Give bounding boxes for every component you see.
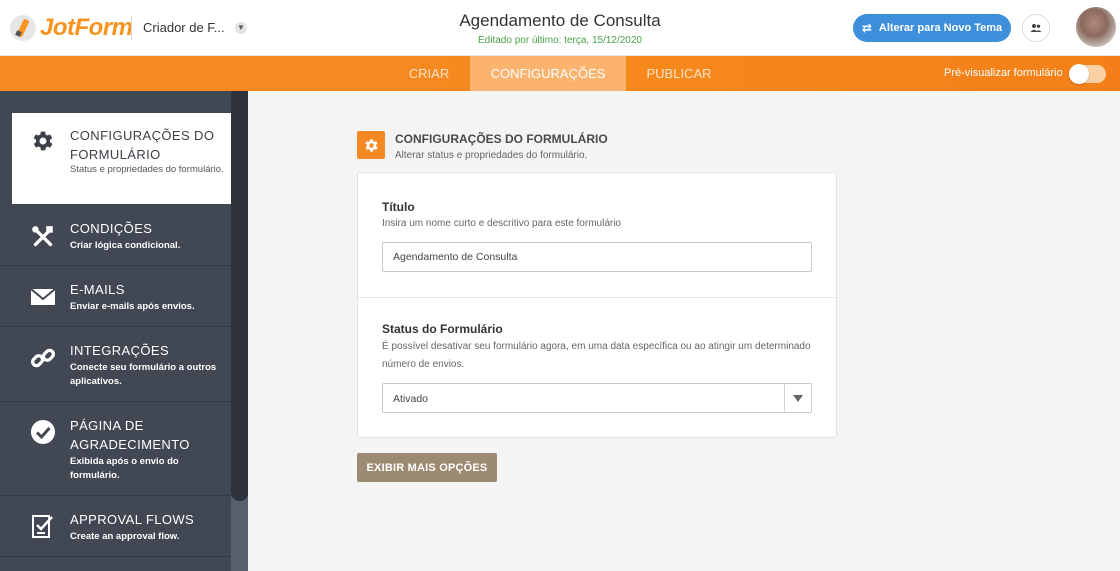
sidebar-item-desc: Criar lógica condicional. — [70, 240, 181, 251]
form-status-select[interactable]: Ativado — [382, 383, 812, 413]
form-title-input[interactable] — [382, 242, 812, 272]
check-circle-icon — [29, 418, 57, 446]
switch-theme-label: Alterar para Novo Tema — [878, 22, 1003, 34]
settings-content: CONFIGURAÇÕES DO FORMULÁRIO Alterar stat… — [248, 91, 1120, 571]
sidebar-item-title: CONFIGURAÇÕES DO FORMULÁRIO — [70, 128, 215, 162]
sidebar-item-desc: Exibida após o envio do formulário. — [70, 456, 179, 481]
status-field-label: Status do Formulário — [382, 322, 503, 336]
gear-icon — [29, 127, 57, 155]
logo-text: JotForm — [40, 14, 133, 41]
title-field-help: Insira um nome curto e descritivo para e… — [382, 218, 621, 229]
link-icon — [29, 344, 57, 372]
collaborators-button[interactable] — [1022, 14, 1050, 42]
sidebar-scrollbar-thumb[interactable] — [231, 91, 248, 501]
users-icon — [1030, 24, 1042, 32]
sidebar-item-desc: Status e propriedades do formulário. — [70, 164, 224, 175]
swap-arrows-icon: ⇄ — [861, 21, 872, 35]
card-divider — [358, 297, 836, 298]
form-status-value: Ativado — [393, 393, 429, 405]
sidebar-item-title: APPROVAL FLOWS — [70, 512, 195, 527]
sidebar-item-thank-you-page[interactable]: PÁGINA DE AGRADECIMENTO Exibida após o e… — [0, 402, 231, 496]
preview-label: Pré-visualizar formulário — [944, 67, 1063, 79]
sidebar-item-form-settings[interactable]: CONFIGURAÇÕES DO FORMULÁRIO Status e pro… — [12, 113, 231, 204]
user-avatar[interactable] — [1076, 7, 1116, 47]
sidebar-item-approval-flows[interactable]: APPROVAL FLOWS Create an approval flow. — [0, 496, 231, 557]
section-title: CONFIGURAÇÕES DO FORMULÁRIO — [395, 132, 608, 146]
switch-theme-button[interactable]: ⇄ Alterar para Novo Tema — [853, 14, 1011, 42]
sidebar-item-integrations[interactable]: INTEGRAÇÕES Conecte seu formulário a out… — [0, 327, 231, 402]
gear-icon — [357, 131, 385, 159]
sidebar-item-title: PÁGINA DE AGRADECIMENTO — [70, 418, 190, 452]
form-settings-card: Título Insira um nome curto e descritivo… — [357, 172, 837, 438]
sidebar-item-conditions[interactable]: CONDIÇÕES Criar lógica condicional. — [0, 205, 231, 266]
header-divider — [131, 16, 132, 40]
title-field-label: Título — [382, 200, 415, 214]
sidebar-item-title: INTEGRAÇÕES — [70, 343, 170, 358]
sidebar-item-desc: Conecte seu formulário a outros aplicati… — [70, 362, 217, 387]
show-more-options-button[interactable]: EXIBIR MAIS OPÇÕES — [357, 453, 497, 482]
approval-icon — [29, 512, 57, 540]
top-bar: JotForm Criador de F... ▼ Agendamento de… — [0, 0, 1120, 56]
tab-criar[interactable]: CRIAR — [388, 56, 470, 91]
sidebar-item-desc: Create an approval flow. — [70, 531, 180, 542]
sidebar-item-title: E-MAILS — [70, 282, 125, 297]
status-field-help: É possível desativar seu formulário agor… — [382, 341, 811, 370]
section-subtitle: Alterar status e propriedades do formulá… — [395, 150, 588, 161]
settings-sidebar: CONFIGURAÇÕES DO FORMULÁRIO Status e pro… — [0, 91, 248, 571]
sidebar-item-desc: Enviar e-mails após envios. — [70, 301, 195, 312]
select-arrow-icon[interactable] — [784, 384, 811, 412]
main-navigation: CRIAR CONFIGURAÇÕES PUBLICAR Pré-visuali… — [0, 56, 1120, 91]
form-title[interactable]: Agendamento de Consulta — [360, 11, 760, 31]
envelope-icon — [29, 283, 57, 311]
chevron-down-icon[interactable]: ▼ — [235, 22, 247, 34]
preview-toggle[interactable] — [1069, 64, 1106, 84]
jotform-logo-icon — [10, 15, 36, 41]
tab-configuracoes[interactable]: CONFIGURAÇÕES — [470, 56, 626, 91]
tools-icon — [29, 223, 57, 251]
toggle-knob — [1069, 64, 1089, 84]
sidebar-item-emails[interactable]: E-MAILS Enviar e-mails após envios. — [0, 266, 231, 327]
jotform-logo[interactable]: JotForm — [10, 12, 133, 44]
sidebar-item-title: CONDIÇÕES — [70, 221, 153, 236]
builder-dropdown-label[interactable]: Criador de F... — [143, 20, 225, 35]
last-edited-text: Editado por último: terça, 15/12/2020 — [478, 35, 642, 46]
tab-publicar[interactable]: PUBLICAR — [626, 56, 732, 91]
